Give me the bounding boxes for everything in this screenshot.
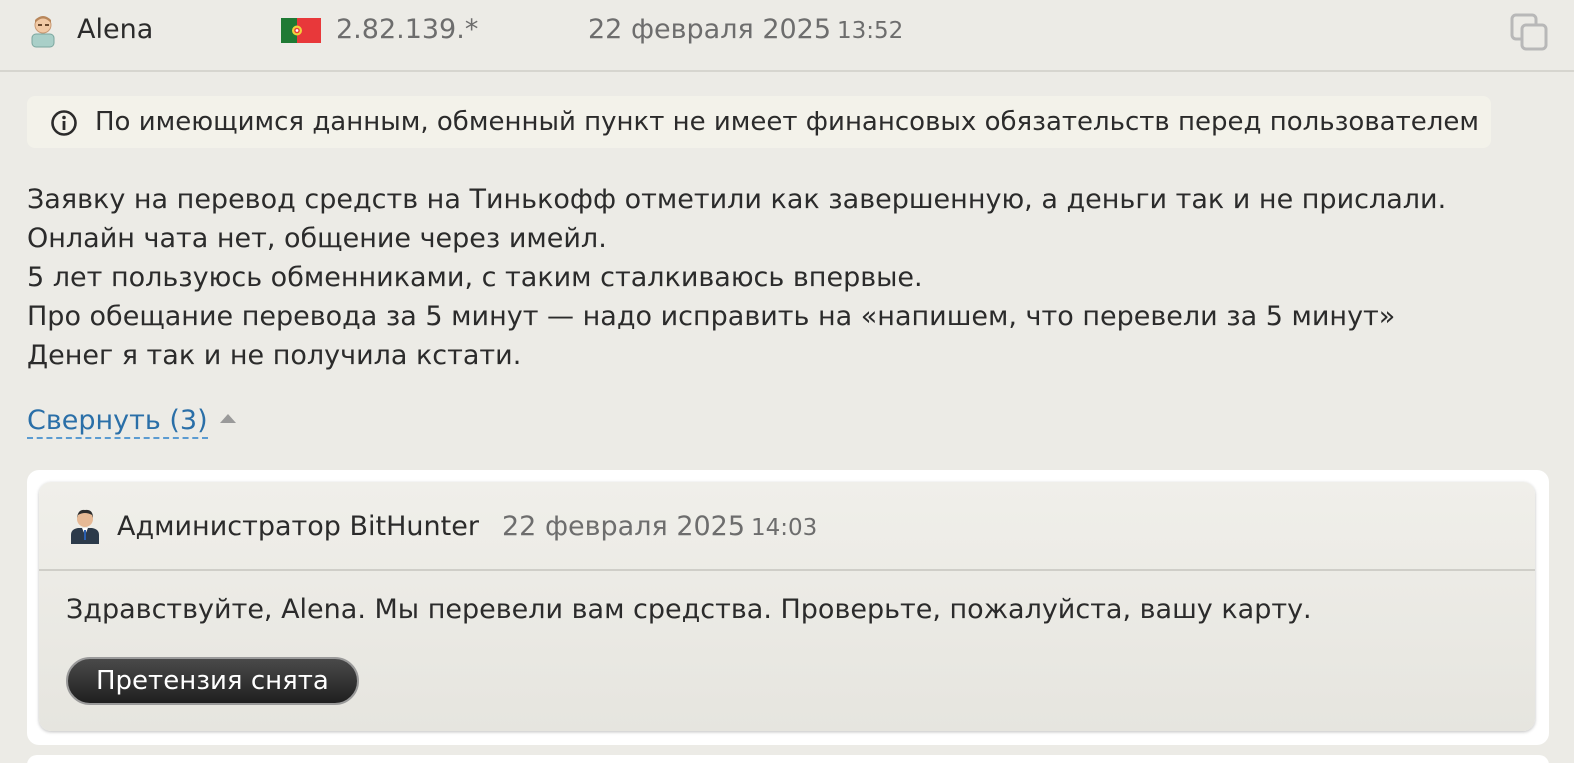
reply-time: 14:03 [751,515,818,541]
notice-text: По имеющимся данным, обменный пункт не и… [95,107,1479,137]
portugal-flag-icon [281,18,321,43]
reply-card: Администратор BitHunter 22 февраля 2025 1… [39,482,1535,731]
reply-text: Здравствуйте, Alena. Мы перевели вам сре… [66,594,1312,625]
review-date: 22 февраля 2025 13:52 [588,14,903,45]
review-ip: 2.82.139.* [336,14,479,45]
reply-author: Администратор BitHunter [117,511,479,542]
reply-date: 22 февраля 2025 14:03 [502,511,817,542]
triangle-up-icon [219,414,236,423]
user-avatar-icon [31,16,55,48]
collapse-replies-link[interactable]: Свернуть (3) [27,405,236,439]
claim-withdrawn-button[interactable]: Претензия снята [66,657,359,705]
review-author: Alena [77,14,154,45]
review-line: Заявку на перевод средств на Тинькофф от… [27,184,1447,254]
review-line: Денег я так и не получила кстати. [27,340,522,371]
reply-date-day: 22 февраля 2025 [502,511,746,542]
review-date-day: 22 февраля 2025 [588,14,832,45]
review-line: Про обещание перевода за 5 минут — надо … [27,301,1396,332]
review-line: 5 лет пользуюсь обменниками, с таким ста… [27,262,923,293]
replies-container: Администратор BitHunter 22 февраля 2025 1… [27,470,1549,745]
notice-banner: По имеющимся данным, обменный пункт не и… [27,96,1491,148]
next-card-edge [27,755,1549,763]
info-icon [51,110,77,136]
review-time: 13:52 [837,18,904,44]
review-page: Alena 2.82.139.* 22 февраля 2025 13:52 По… [0,0,1574,763]
review-header: Alena 2.82.139.* 22 февраля 2025 13:52 [0,0,1574,72]
review-text: Заявку на перевод средств на Тинькофф от… [27,180,1547,375]
reply-header: Администратор BitHunter 22 февраля 2025 1… [39,482,1535,571]
admin-avatar-icon [71,509,99,544]
copy-icon[interactable] [1509,12,1549,52]
collapse-label[interactable]: Свернуть (3) [27,405,208,439]
